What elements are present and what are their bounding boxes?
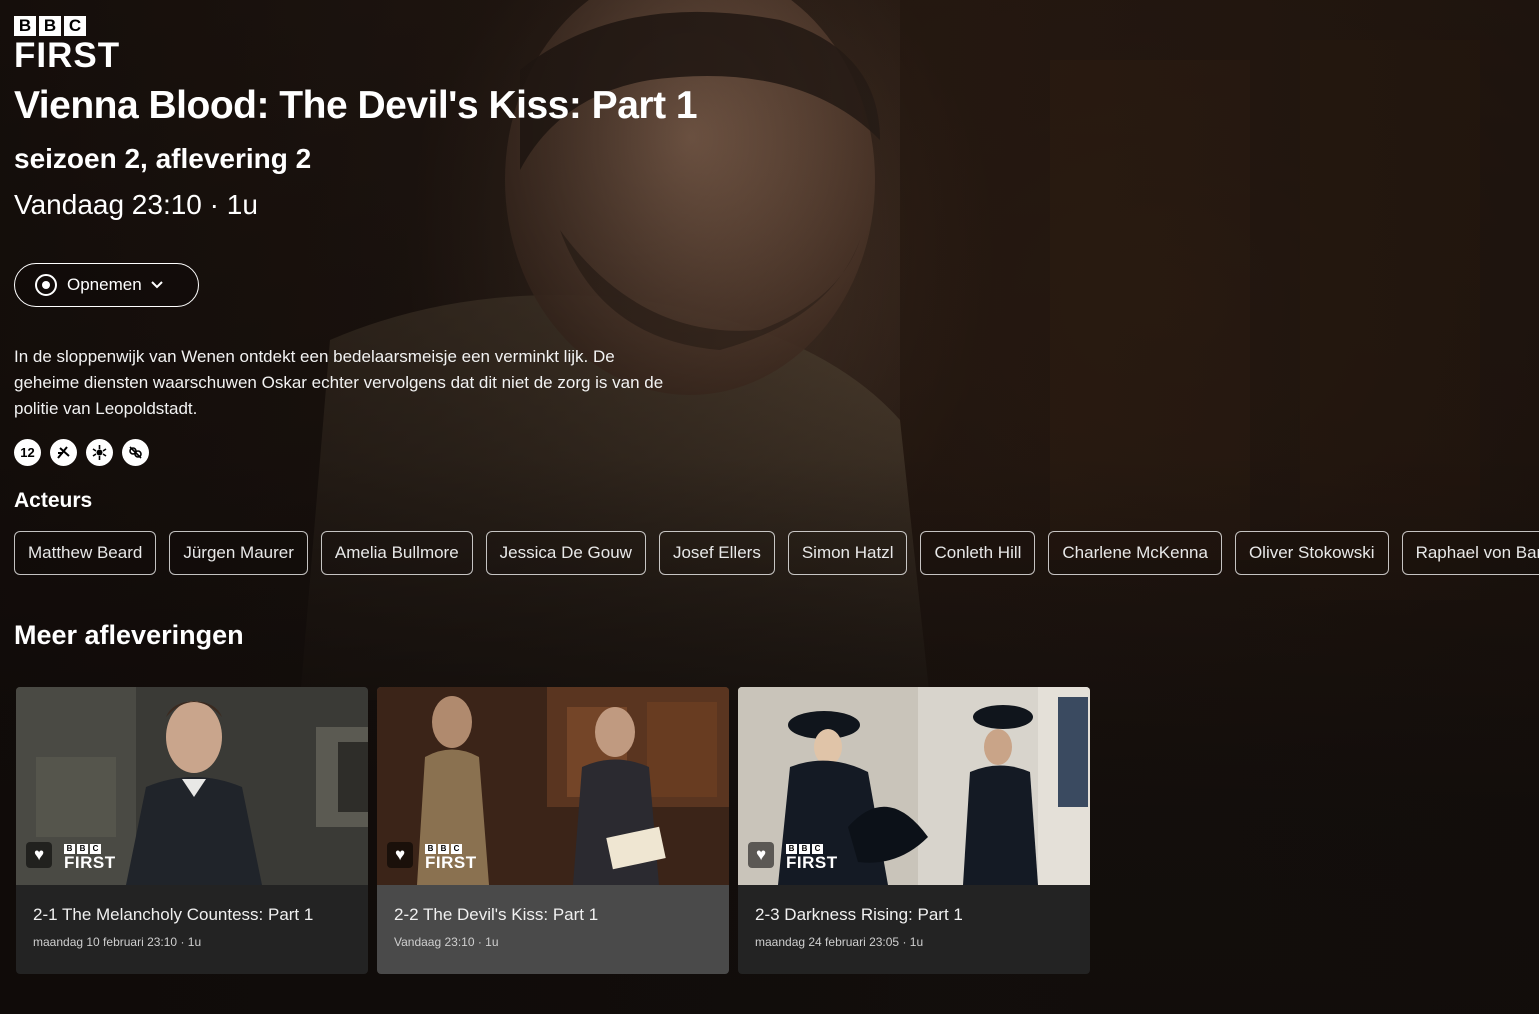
- favorite-icon[interactable]: ♥: [387, 842, 413, 868]
- bbc-logo: B B C: [14, 16, 120, 36]
- channel-name: FIRST: [786, 853, 838, 872]
- program-description: In de sloppenwijk van Wenen ontdekt een …: [14, 347, 664, 418]
- chevron-down-icon: [150, 277, 164, 293]
- actor-list: Matthew Beard Jürgen Maurer Amelia Bullm…: [14, 531, 1539, 575]
- content-ratings: 12: [14, 439, 149, 466]
- actor-chip[interactable]: Josef Ellers: [658, 531, 775, 575]
- actor-chip[interactable]: Charlene McKenna: [1048, 531, 1222, 575]
- discrimination-icon: [122, 439, 149, 466]
- channel-logo-small: BBC FIRST: [64, 844, 116, 871]
- episode-card[interactable]: ♥ BBC FIRST 2-3 Darkness Rising: Part 1 …: [738, 687, 1090, 974]
- channel-name: FIRST: [14, 36, 121, 75]
- channel-logo-small: BBC FIRST: [786, 844, 838, 871]
- record-label: Opnemen: [67, 275, 142, 294]
- fear-icon: [86, 439, 113, 466]
- bbc-letter: C: [64, 16, 86, 36]
- bbc-letter: B: [14, 16, 36, 36]
- actor-chip[interactable]: Jessica De Gouw: [485, 531, 646, 575]
- actors-heading: Acteurs: [14, 489, 93, 512]
- actor-chip[interactable]: Raphael von Bargen: [1401, 531, 1539, 575]
- program-title: Vienna Blood: The Devil's Kiss: Part 1: [14, 84, 698, 127]
- episode-subtitle: seizoen 2, aflevering 2: [14, 143, 312, 174]
- age-12-icon: 12: [14, 439, 41, 466]
- episode-meta: maandag 10 februari 23:10 · 1u: [33, 935, 202, 949]
- episode-thumbnail: ♥ BBC FIRST: [738, 687, 1090, 885]
- program-detail-page: B B C FIRST Vienna Blood: The Devil's Ki…: [0, 0, 1539, 1014]
- more-episodes-heading: Meer afleveringen: [14, 620, 244, 650]
- episode-meta: Vandaag 23:10 · 1u: [394, 935, 499, 949]
- actor-chip[interactable]: Jürgen Maurer: [169, 531, 308, 575]
- violence-icon: [50, 439, 77, 466]
- actor-chip[interactable]: Matthew Beard: [14, 531, 157, 575]
- channel-name: FIRST: [64, 853, 116, 872]
- episode-thumbnail: ♥ BBC FIRST: [16, 687, 368, 885]
- actor-chip[interactable]: Conleth Hill: [920, 531, 1036, 575]
- episode-title: 2-2 The Devil's Kiss: Part 1: [394, 905, 599, 924]
- actor-chip[interactable]: Amelia Bullmore: [320, 531, 473, 575]
- episode-title: 2-3 Darkness Rising: Part 1: [755, 905, 963, 924]
- actor-chip[interactable]: Oliver Stokowski: [1234, 531, 1389, 575]
- favorite-icon[interactable]: ♥: [26, 842, 52, 868]
- record-icon: [35, 274, 57, 296]
- channel-logo-small: BBC FIRST: [425, 844, 477, 871]
- episode-title: 2-1 The Melancholy Countess: Part 1: [33, 905, 314, 924]
- episode-meta: maandag 24 februari 23:05 · 1u: [755, 935, 924, 949]
- channel-logo: B B C FIRST: [14, 16, 121, 75]
- episode-list: ♥ BBC FIRST 2-1 The Melancholy Countess:…: [16, 687, 1090, 974]
- actor-chip[interactable]: Simon Hatzl: [787, 531, 908, 575]
- record-button[interactable]: Opnemen: [14, 263, 199, 307]
- airtime: Vandaag 23:10 · 1u: [14, 189, 258, 220]
- episode-thumbnail: ♥ BBC FIRST: [377, 687, 729, 885]
- channel-name: FIRST: [425, 853, 477, 872]
- favorite-icon[interactable]: ♥: [748, 842, 774, 868]
- episode-card-current[interactable]: ♥ BBC FIRST 2-2 The Devil's Kiss: Part 1…: [377, 687, 729, 974]
- bbc-letter: B: [39, 16, 61, 36]
- episode-card[interactable]: ♥ BBC FIRST 2-1 The Melancholy Countess:…: [16, 687, 368, 974]
